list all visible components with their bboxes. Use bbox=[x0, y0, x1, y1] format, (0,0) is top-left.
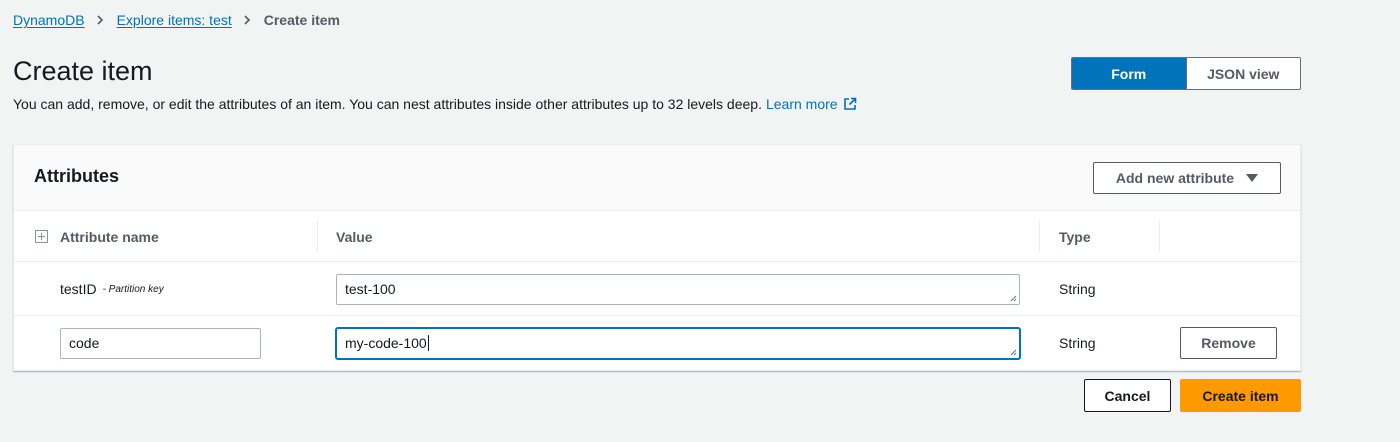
cancel-button[interactable]: Cancel bbox=[1084, 379, 1171, 412]
actions-cell: Remove bbox=[1180, 316, 1277, 370]
breadcrumb-link-explore-items[interactable]: Explore items: test bbox=[117, 12, 232, 28]
type-column-header: Type bbox=[1059, 228, 1091, 245]
attribute-value-input[interactable]: my-code-100 bbox=[336, 327, 1020, 359]
remove-attribute-button[interactable]: Remove bbox=[1180, 327, 1277, 359]
create-item-button[interactable]: Create item bbox=[1180, 379, 1301, 412]
attribute-value-text: my-code-100 bbox=[345, 335, 427, 351]
column-divider bbox=[317, 221, 318, 252]
attribute-name-cell: testID - Partition key bbox=[60, 262, 164, 316]
page-description: You can add, remove, or edit the attribu… bbox=[13, 96, 857, 112]
view-toggle: Form JSON view bbox=[1071, 57, 1301, 90]
attributes-table-header: Attribute name Value Type bbox=[14, 211, 1300, 262]
partition-key-name: testID bbox=[60, 281, 97, 297]
table-row: testID - Partition key test-100 String bbox=[14, 262, 1300, 316]
breadcrumb: DynamoDB Explore items: test Create item bbox=[13, 12, 340, 28]
attributes-panel-header: Attributes Add new attribute bbox=[14, 145, 1300, 211]
breadcrumb-link-dynamodb[interactable]: DynamoDB bbox=[13, 12, 85, 28]
column-divider bbox=[1039, 221, 1040, 252]
partition-key-value-input[interactable]: test-100 bbox=[336, 273, 1020, 305]
chevron-right-icon bbox=[97, 15, 103, 25]
attribute-name-text: code bbox=[69, 335, 100, 351]
add-new-attribute-button[interactable]: Add new attribute bbox=[1093, 162, 1281, 194]
partition-key-note: - Partition key bbox=[102, 283, 164, 295]
learn-more-label: Learn more bbox=[765, 96, 838, 112]
resize-handle-icon[interactable] bbox=[1010, 349, 1017, 356]
attribute-name-cell: code bbox=[60, 316, 261, 370]
caret-down-icon bbox=[1246, 174, 1259, 182]
learn-more-link[interactable]: Learn more bbox=[766, 96, 857, 112]
add-new-attribute-label: Add new attribute bbox=[1115, 170, 1235, 186]
attributes-title: Attributes bbox=[34, 166, 119, 186]
value-cell: test-100 bbox=[336, 262, 1020, 316]
type-cell: String bbox=[1059, 281, 1096, 297]
column-divider bbox=[1159, 221, 1160, 252]
attribute-name-column-header: Attribute name bbox=[35, 211, 159, 262]
form-view-button[interactable]: Form bbox=[1072, 58, 1186, 89]
value-cell: my-code-100 bbox=[336, 316, 1020, 370]
expand-all-icon[interactable] bbox=[35, 230, 48, 243]
page-title: Create item bbox=[13, 56, 153, 86]
value-column-header: Value bbox=[336, 228, 373, 245]
resize-handle-icon[interactable] bbox=[1010, 295, 1017, 302]
description-text: You can add, remove, or edit the attribu… bbox=[13, 96, 762, 112]
json-view-button[interactable]: JSON view bbox=[1185, 58, 1301, 89]
text-cursor bbox=[427, 335, 429, 351]
breadcrumb-current: Create item bbox=[263, 12, 341, 28]
external-link-icon bbox=[843, 97, 856, 110]
chevron-right-icon bbox=[244, 15, 250, 25]
table-row: code my-code-100 String Remove bbox=[14, 316, 1300, 370]
type-cell: String bbox=[1059, 335, 1096, 351]
attributes-panel: Attributes Add new attribute Attribute n… bbox=[13, 144, 1301, 371]
attribute-name-header-label: Attribute name bbox=[60, 228, 159, 245]
attribute-name-input[interactable]: code bbox=[60, 327, 261, 359]
partition-key-value-text: test-100 bbox=[345, 281, 396, 297]
